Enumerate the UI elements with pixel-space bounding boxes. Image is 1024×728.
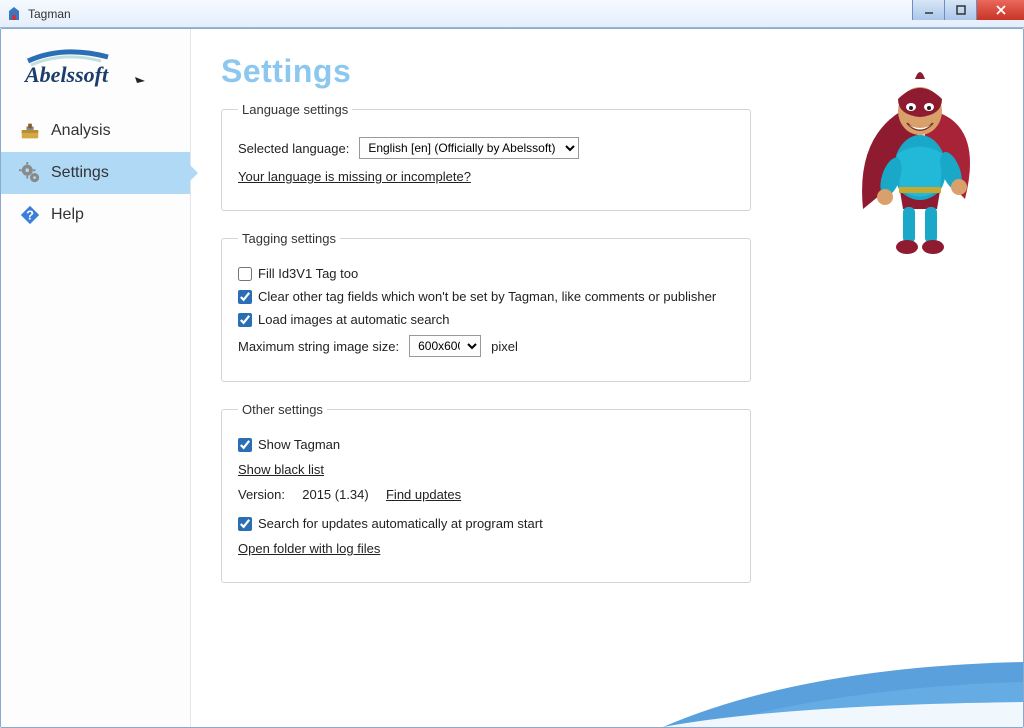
language-missing-link[interactable]: Your language is missing or incomplete? bbox=[238, 169, 471, 184]
sidebar-item-label: Settings bbox=[51, 164, 109, 182]
version-label: Version: bbox=[238, 487, 285, 502]
minimize-button[interactable] bbox=[912, 0, 944, 20]
group-legend: Language settings bbox=[238, 102, 352, 117]
window-title: Tagman bbox=[28, 7, 71, 21]
group-legend: Other settings bbox=[238, 402, 327, 417]
fill-id3v1-checkbox[interactable] bbox=[238, 267, 252, 281]
toolbox-icon bbox=[19, 120, 41, 142]
sidebar: Abelssoft Analysis Settings bbox=[1, 29, 191, 727]
titlebar: Tagman bbox=[0, 0, 1024, 28]
svg-text:Abelssoft: Abelssoft bbox=[23, 62, 109, 87]
load-images-label: Load images at automatic search bbox=[258, 312, 450, 327]
clear-other-label: Clear other tag fields which won't be se… bbox=[258, 289, 716, 304]
version-value: 2015 (1.34) bbox=[302, 487, 369, 502]
help-icon: ? bbox=[19, 204, 41, 226]
window-controls bbox=[912, 0, 1024, 20]
mascot-image bbox=[845, 59, 995, 259]
maximize-button[interactable] bbox=[944, 0, 976, 20]
app-icon bbox=[6, 6, 22, 22]
decorative-swoosh bbox=[663, 657, 1023, 727]
show-tagman-checkbox[interactable] bbox=[238, 438, 252, 452]
group-legend: Tagging settings bbox=[238, 231, 340, 246]
group-other: Other settings Show Tagman Show black li… bbox=[221, 402, 751, 583]
pixel-label: pixel bbox=[491, 339, 518, 354]
brand-logo: Abelssoft bbox=[1, 37, 190, 110]
fill-id3v1-label: Fill Id3V1 Tag too bbox=[258, 266, 358, 281]
sidebar-item-label: Help bbox=[51, 206, 84, 224]
app-frame: Abelssoft Analysis Settings bbox=[0, 28, 1024, 728]
show-blacklist-link[interactable]: Show black list bbox=[238, 462, 324, 477]
sidebar-item-help[interactable]: ? Help bbox=[1, 194, 190, 236]
max-image-label: Maximum string image size: bbox=[238, 339, 399, 354]
sidebar-item-label: Analysis bbox=[51, 122, 111, 140]
clear-other-checkbox[interactable] bbox=[238, 290, 252, 304]
load-images-checkbox[interactable] bbox=[238, 313, 252, 327]
find-updates-link[interactable]: Find updates bbox=[386, 487, 461, 502]
selected-language-label: Selected language: bbox=[238, 141, 349, 156]
sidebar-item-analysis[interactable]: Analysis bbox=[1, 110, 190, 152]
auto-update-checkbox[interactable] bbox=[238, 517, 252, 531]
close-button[interactable] bbox=[976, 0, 1024, 20]
svg-text:?: ? bbox=[26, 208, 34, 223]
sidebar-item-settings[interactable]: Settings bbox=[1, 152, 190, 194]
max-image-select[interactable]: 600x600 bbox=[409, 335, 481, 357]
group-tagging: Tagging settings Fill Id3V1 Tag too Clea… bbox=[221, 231, 751, 382]
auto-update-label: Search for updates automatically at prog… bbox=[258, 516, 543, 531]
group-language: Language settings Selected language: Eng… bbox=[221, 102, 751, 211]
content-area: Settings Language settings Selected lang… bbox=[191, 29, 1023, 727]
show-tagman-label: Show Tagman bbox=[258, 437, 340, 452]
gear-icon bbox=[19, 162, 41, 184]
open-logs-link[interactable]: Open folder with log files bbox=[238, 541, 380, 556]
language-select[interactable]: English [en] (Officially by Abelssoft) bbox=[359, 137, 579, 159]
